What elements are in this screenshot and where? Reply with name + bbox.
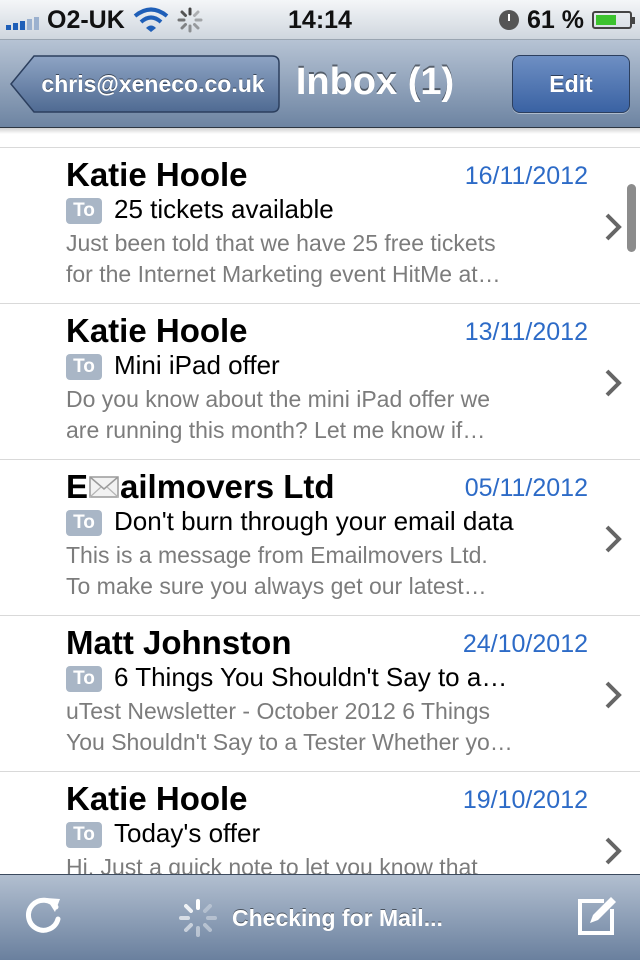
message-row[interactable]: Eailmovers Ltd 05/11/2012 To Don't burn … xyxy=(0,460,640,616)
battery-percent: 61 % xyxy=(527,5,584,34)
chevron-right-icon xyxy=(605,213,622,241)
preview-line: Just been told that we have 25 free tick… xyxy=(66,230,496,256)
message-sender: Matt Johnston xyxy=(66,624,292,661)
message-sender: Katie Hoole xyxy=(66,156,248,193)
message-subject: 6 Things You Shouldn't Say to a… xyxy=(114,662,508,692)
navigation-bar: chris@xeneco.co.uk Inbox (1) Edit xyxy=(0,40,640,128)
list-top-edge xyxy=(0,128,640,148)
message-preview: Just been told that we have 25 free tick… xyxy=(66,228,566,290)
to-badge: To xyxy=(66,510,102,536)
message-preview: Do you know about the mini iPad offer we… xyxy=(66,384,566,446)
page-title: Inbox (1) xyxy=(295,61,455,103)
to-badge: To xyxy=(66,198,102,224)
activity-spinner-icon xyxy=(179,899,217,937)
alarm-icon xyxy=(499,10,520,30)
back-button-label: chris@xeneco.co.uk xyxy=(41,71,265,97)
to-badge: To xyxy=(66,354,102,380)
preview-line: uTest Newsletter - October 2012 6 Things xyxy=(66,698,491,724)
message-date: 13/11/2012 xyxy=(464,318,588,346)
to-badge: To xyxy=(66,666,102,692)
message-subject: Don't burn through your email data xyxy=(114,506,514,536)
preview-line: This is a message from Emailmovers Ltd. xyxy=(66,542,488,568)
preview-line: are running this month? Let me know if… xyxy=(66,417,486,443)
chevron-right-icon xyxy=(605,369,622,397)
message-preview: This is a message from Emailmovers Ltd. … xyxy=(66,540,566,602)
sender-prefix: E xyxy=(66,468,89,505)
scrollbar[interactable] xyxy=(627,184,636,252)
message-subject: Mini iPad offer xyxy=(114,350,280,380)
chevron-right-icon xyxy=(605,525,622,553)
preview-line: for the Internet Marketing event HitMe a… xyxy=(66,261,501,287)
message-row[interactable]: Katie Hoole 16/11/2012 To 25 tickets ava… xyxy=(0,148,640,304)
message-sender: Eailmovers Ltd xyxy=(66,468,335,506)
message-row[interactable]: Katie Hoole 13/11/2012 To Mini iPad offe… xyxy=(0,304,640,460)
back-button[interactable]: chris@xeneco.co.uk xyxy=(10,55,280,113)
message-sender: Katie Hoole xyxy=(66,780,248,817)
message-preview: Hi, Just a quick note to let you know th… xyxy=(66,852,566,874)
edit-button[interactable]: Edit xyxy=(512,55,630,113)
envelope-icon xyxy=(89,476,119,499)
message-preview: uTest Newsletter - October 2012 6 Things… xyxy=(66,696,566,758)
message-list[interactable]: Katie Hoole 16/11/2012 To 25 tickets ava… xyxy=(0,128,640,874)
message-date: 05/11/2012 xyxy=(464,474,588,502)
status-right: 61 % xyxy=(499,0,635,40)
compose-icon[interactable] xyxy=(574,893,620,939)
bottom-toolbar: Checking for Mail... xyxy=(0,874,640,960)
message-date: 16/11/2012 xyxy=(464,162,588,190)
message-subject: Today's offer xyxy=(114,818,261,848)
mail-status: Checking for Mail... xyxy=(178,875,443,961)
chevron-right-icon xyxy=(605,837,622,865)
message-date: 19/10/2012 xyxy=(462,786,588,814)
message-subject: 25 tickets available xyxy=(114,194,334,224)
message-row[interactable]: Matt Johnston 24/10/2012 To 6 Things You… xyxy=(0,616,640,772)
battery-fill xyxy=(596,15,616,25)
preview-line: To make sure you always get our latest… xyxy=(66,573,487,599)
refresh-icon[interactable] xyxy=(22,895,64,937)
preview-line: You Shouldn't Say to a Tester Whether yo… xyxy=(66,729,513,755)
chevron-right-icon xyxy=(605,681,622,709)
message-date: 24/10/2012 xyxy=(462,630,588,658)
status-text: Checking for Mail... xyxy=(232,904,443,931)
to-badge: To xyxy=(66,822,102,848)
battery-icon xyxy=(592,11,635,29)
preview-line: Hi, Just a quick note to let you know th… xyxy=(66,854,478,874)
message-row[interactable]: Katie Hoole 19/10/2012 To Today's offer … xyxy=(0,772,640,874)
sender-suffix: ailmovers Ltd xyxy=(120,468,335,505)
preview-line: Do you know about the mini iPad offer we xyxy=(66,386,491,412)
message-sender: Katie Hoole xyxy=(66,312,248,349)
status-bar: O2-UK 14:14 61 % xyxy=(0,0,640,40)
